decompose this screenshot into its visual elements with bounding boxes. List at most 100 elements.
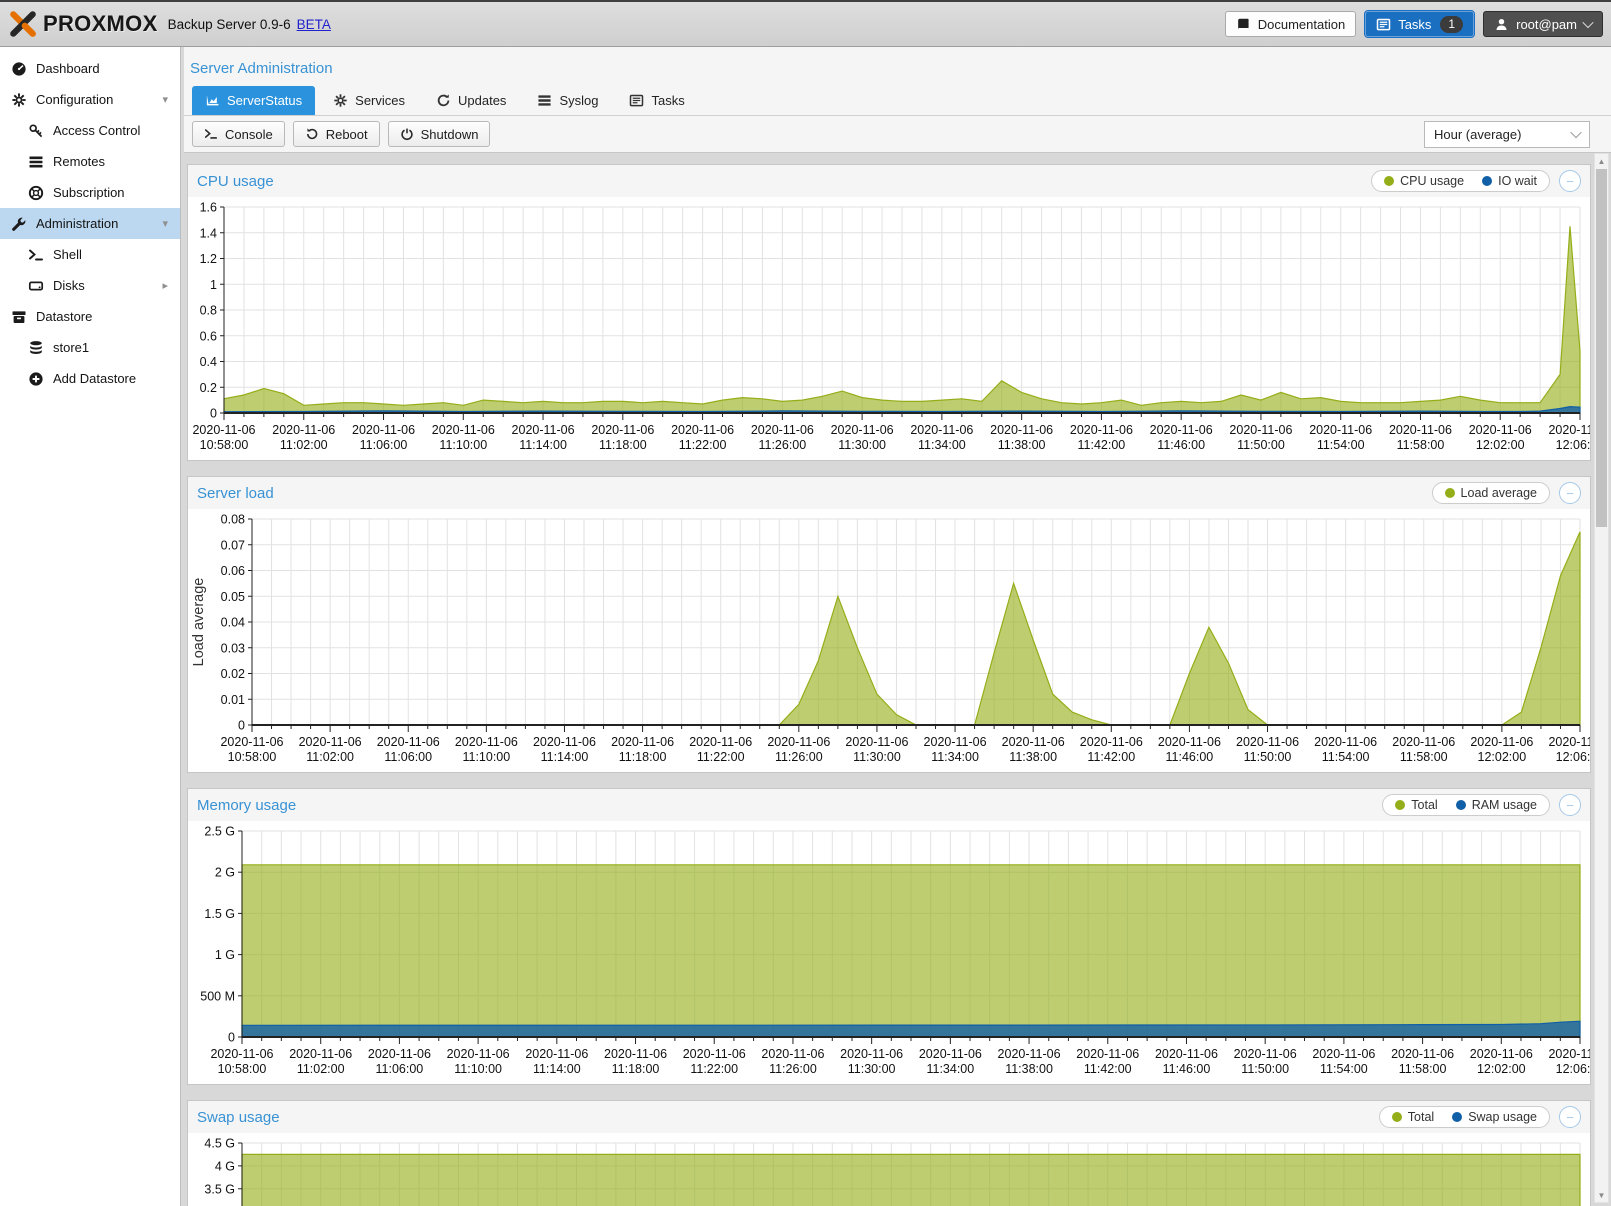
legend-item[interactable]: IO wait: [1482, 174, 1537, 188]
sidebar-item-add-datastore[interactable]: Add Datastore: [0, 363, 180, 394]
beta-link[interactable]: BETA: [297, 17, 331, 32]
svg-text:11:14:00: 11:14:00: [533, 1062, 581, 1076]
reboot-button[interactable]: Reboot: [293, 121, 380, 147]
panel-header: Memory usage TotalRAM usage −: [188, 789, 1590, 821]
svg-text:11:02:00: 11:02:00: [280, 438, 328, 452]
tasklist-icon: [629, 93, 644, 108]
sidebar-item-label: Dashboard: [36, 61, 100, 76]
sidebar-item-subscription[interactable]: Subscription: [0, 177, 180, 208]
tab-label: Services: [355, 93, 405, 108]
svg-text:11:14:00: 11:14:00: [519, 438, 567, 452]
svg-text:2020-11-06: 2020-11-06: [1236, 735, 1299, 749]
collapse-panel-icon[interactable]: −: [1559, 1106, 1581, 1128]
svg-text:2020-11-06: 2020-11-06: [1309, 423, 1372, 437]
chevron-down-icon: [1570, 127, 1581, 138]
tab-updates[interactable]: Updates: [423, 86, 519, 115]
tab-label: Updates: [458, 93, 506, 108]
svg-text:4 G: 4 G: [215, 1159, 235, 1173]
sidebar: Dashboard Configuration▾ Access Control Rem…: [0, 47, 181, 1206]
sidebar-item-store1[interactable]: store1: [0, 332, 180, 363]
tab-label: Tasks: [651, 93, 684, 108]
documentation-label: Documentation: [1258, 17, 1345, 32]
svg-text:2020-11-06: 2020-11-06: [604, 1047, 667, 1061]
sidebar-item-access-control[interactable]: Access Control: [0, 115, 180, 146]
legend-dot: [1445, 488, 1455, 498]
chevron-down-icon[interactable]: ▾: [162, 217, 168, 230]
sidebar-item-label: Access Control: [53, 123, 140, 138]
svg-text:0.06: 0.06: [221, 564, 245, 578]
charts-area: CPU usage CPU usageIO wait − 00.20.40.60…: [184, 153, 1611, 1206]
legend-item[interactable]: Total: [1395, 798, 1437, 812]
sidebar-item-configuration[interactable]: Configuration▾: [0, 84, 180, 115]
book-icon: [1236, 17, 1251, 32]
tasks-button[interactable]: Tasks 1: [1365, 11, 1474, 37]
svg-text:2020-11-06: 2020-11-06: [220, 735, 283, 749]
tab-services[interactable]: Services: [320, 86, 418, 115]
scroll-down-arrow[interactable]: ▼: [1595, 1188, 1608, 1202]
svg-text:2020-11-06: 2020-11-06: [1548, 423, 1590, 437]
svg-text:2020-11-06: 2020-11-06: [998, 1047, 1061, 1061]
legend-dot: [1384, 176, 1394, 186]
svg-text:0.01: 0.01: [221, 693, 245, 707]
svg-text:2020-11-06: 2020-11-06: [1150, 423, 1213, 437]
svg-text:11:22:00: 11:22:00: [679, 438, 727, 452]
svg-text:1 G: 1 G: [215, 948, 235, 962]
console-button[interactable]: Console: [192, 121, 285, 147]
sidebar-item-administration[interactable]: Administration▾: [0, 208, 180, 239]
legend-item[interactable]: Swap usage: [1452, 1110, 1537, 1124]
shutdown-button[interactable]: Shutdown: [388, 121, 491, 147]
tab-tasks[interactable]: Tasks: [616, 86, 697, 115]
collapse-panel-icon[interactable]: −: [1559, 482, 1581, 504]
legend-item[interactable]: Load average: [1445, 486, 1537, 500]
product-version: Backup Server 0.9-6: [168, 17, 291, 32]
time-range-select[interactable]: Hour (average): [1424, 121, 1590, 148]
chevron-down-icon[interactable]: ▾: [162, 93, 168, 106]
tab-serverstatus[interactable]: ServerStatus: [192, 86, 315, 115]
tasks-label: Tasks: [1398, 17, 1431, 32]
undo-arrow-icon: [305, 127, 319, 141]
sidebar-item-shell[interactable]: Shell: [0, 239, 180, 270]
sidebar-item-dashboard[interactable]: Dashboard: [0, 53, 180, 84]
svg-text:2020-11-06: 2020-11-06: [689, 735, 752, 749]
task-list-icon: [1376, 17, 1391, 32]
collapse-panel-icon[interactable]: −: [1559, 170, 1581, 192]
svg-text:2020-11-06: 2020-11-06: [591, 423, 654, 437]
tab-syslog[interactable]: Syslog: [524, 86, 611, 115]
svg-text:1: 1: [210, 278, 217, 292]
scroll-up-arrow[interactable]: ▲: [1595, 154, 1608, 168]
svg-text:11:10:00: 11:10:00: [454, 1062, 502, 1076]
svg-text:11:18:00: 11:18:00: [619, 750, 667, 764]
sidebar-item-remotes[interactable]: Remotes: [0, 146, 180, 177]
svg-text:2020-11-06: 2020-11-06: [910, 423, 973, 437]
svg-text:11:06:00: 11:06:00: [384, 750, 432, 764]
documentation-button[interactable]: Documentation: [1225, 11, 1356, 37]
svg-text:0.08: 0.08: [221, 513, 245, 527]
svg-text:2020-11-06: 2020-11-06: [671, 423, 734, 437]
svg-text:2020-11-06: 2020-11-06: [1548, 1047, 1590, 1061]
svg-text:11:02:00: 11:02:00: [297, 1062, 345, 1076]
svg-text:2 G: 2 G: [215, 866, 235, 880]
sidebar-item-datastore[interactable]: Datastore: [0, 301, 180, 332]
legend-item[interactable]: CPU usage: [1384, 174, 1464, 188]
chevron-right-icon[interactable]: ▸: [162, 279, 168, 292]
sidebar-item-disks[interactable]: Disks▸: [0, 270, 180, 301]
sidebar-item-label: Remotes: [53, 154, 105, 169]
scroll-thumb[interactable]: [1596, 169, 1607, 527]
legend-item[interactable]: Total: [1392, 1110, 1434, 1124]
legend-item[interactable]: RAM usage: [1456, 798, 1537, 812]
panel-header: CPU usage CPU usageIO wait −: [188, 165, 1590, 197]
panel-title: Server load: [197, 485, 1432, 502]
svg-text:11:38:00: 11:38:00: [998, 438, 1046, 452]
svg-text:2020-11-06: 2020-11-06: [611, 735, 674, 749]
panel-title: Swap usage: [197, 1109, 1379, 1126]
svg-text:11:26:00: 11:26:00: [775, 750, 823, 764]
vertical-scrollbar[interactable]: ▲ ▼: [1594, 153, 1609, 1203]
time-range-value: Hour (average): [1434, 127, 1521, 142]
user-menu-button[interactable]: root@pam: [1483, 11, 1603, 37]
svg-text:2020-11-06: 2020-11-06: [1469, 423, 1532, 437]
svg-text:2020-11-06: 2020-11-06: [924, 735, 987, 749]
svg-text:2020-11-06: 2020-11-06: [761, 1047, 824, 1061]
collapse-panel-icon[interactable]: −: [1559, 794, 1581, 816]
disk-icon: [28, 278, 45, 294]
svg-text:2.5 G: 2.5 G: [204, 825, 235, 839]
